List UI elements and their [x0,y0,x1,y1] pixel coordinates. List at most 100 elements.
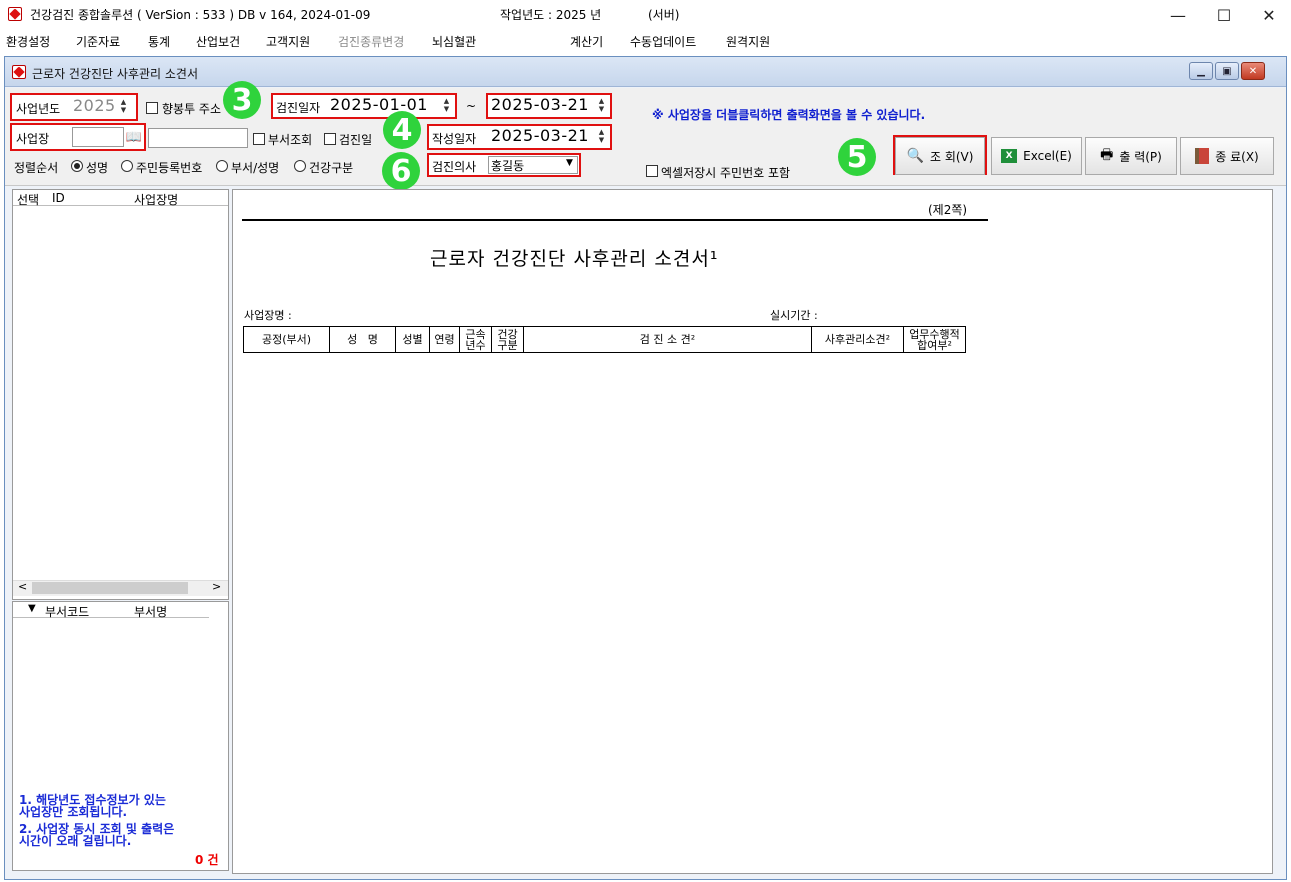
child-restore-icon[interactable]: ▣ [1215,62,1239,80]
server-label: (서버) [648,8,680,22]
exam-date-to-input[interactable]: 2025-03-21 [491,95,589,114]
report-table-header-row: 공정(부서) 성 명 성별 연령 근속 년수 건강 구분 검 진 소 견² 사후… [243,326,966,353]
exam-date-to-spinner[interactable]: ▲ ▼ [595,97,608,113]
date-range-tilde: ~ [466,99,477,113]
print-button[interactable]: 🖶 출 력(P) [1085,137,1177,175]
scroll-left-icon[interactable]: < [18,580,27,593]
child-minimize-icon[interactable]: ▁ [1189,62,1213,80]
dept-sort-icon[interactable]: ▼ [28,603,36,614]
menu-manual-update[interactable]: 수동업데이트 [630,33,696,50]
dept-col-code[interactable]: 부서코드 [45,603,89,620]
excel-ssn-label: 엑셀저장시 주민번호 포함 [661,166,791,180]
sort-option-health: 건강구분 [309,161,354,175]
menu-calculator[interactable]: 계산기 [570,33,603,50]
report-table: 공정(부서) 성 명 성별 연령 근속 년수 건강 구분 검 진 소 견² 사후… [243,326,966,353]
site-col-name[interactable]: 사업장명 [134,191,178,208]
report-preview[interactable] [232,189,1273,874]
hangbong-checkbox[interactable] [146,102,158,114]
write-date-input[interactable]: 2025-03-21 [491,126,589,145]
th-health-class: 건강 구분 [491,326,524,353]
doctor-select[interactable]: 홍길동 [488,156,578,174]
child-heart-icon [12,65,26,79]
menu-remote-support[interactable]: 원격지원 [726,33,770,50]
exam-date-from-input[interactable]: 2025-01-01 [330,95,428,114]
site-list[interactable] [12,189,229,600]
report-table-wrap: 공정(부서) 성 명 성별 연령 근속 년수 건강 구분 검 진 소 견² 사후… [243,326,966,353]
write-date-label: 작성일자 [432,132,477,146]
th-name: 성 명 [329,326,396,353]
site-col-select[interactable]: 선택 [17,191,39,208]
book-lookup-icon[interactable]: 📖 [125,128,143,146]
site-list-header [13,190,228,206]
search-button[interactable]: 🔍 조 회(V) [895,137,985,175]
result-count: 0 건 [195,853,219,867]
doctor-label: 검진의사 [432,160,477,174]
exam-date-checkbox[interactable] [324,133,336,145]
sort-radio-health[interactable] [294,160,306,172]
sort-radio-dept[interactable] [216,160,228,172]
write-date-spinner[interactable]: ▲ ▼ [595,128,608,144]
print-button-label: 출 력(P) [1119,149,1162,164]
exam-date-check-label: 검진일 [339,133,373,147]
th-exam-findings: 검 진 소 견² [523,326,812,353]
menu-exam-type-change[interactable]: 검진종류변경 [338,33,404,50]
report-period-label: 실시기간 : [770,309,818,322]
printer-icon: 🖶 [1100,147,1114,163]
doctor-dropdown-icon[interactable]: ▼ [566,158,573,168]
year-spinner[interactable]: ▲ ▼ [117,98,130,114]
scroll-thumb[interactable] [32,582,188,594]
sort-option-name: 성명 [86,161,109,175]
menu-stats[interactable]: 통계 [148,33,170,50]
dept-col-name[interactable]: 부서명 [134,603,167,620]
exam-date-label: 검진일자 [276,101,321,115]
menu-settings[interactable]: 환경설정 [6,33,50,50]
child-window-title: 근로자 건강진단 사후관리 소견서 [32,67,199,81]
exit-button-label: 종 료(X) [1215,149,1259,164]
sort-radio-ssn[interactable] [121,160,133,172]
excel-icon: X [1001,149,1018,163]
callout-badge-6: 6 [382,152,420,190]
child-close-icon[interactable]: ✕ [1241,62,1265,80]
report-site-name-label: 사업장명 : [244,309,292,322]
exit-button[interactable]: 종 료(X) [1180,137,1274,175]
exit-door-icon [1195,148,1210,164]
site-code-input[interactable] [72,127,124,147]
magnifier-icon: 🔍 [906,148,924,164]
callout-badge-5: 5 [838,138,876,176]
dept-list-header [13,602,209,618]
report-title: 근로자 건강진단 사후관리 소견서¹ [430,248,719,270]
double-click-notice: ※ 사업장을 더블클릭하면 출력화면을 볼 수 있습니다. [652,108,926,122]
excel-button-label: Excel(E) [1023,149,1072,163]
close-icon[interactable]: ✕ [1247,0,1291,30]
menu-cerebrovascular[interactable]: 뇌심혈관 [432,33,476,50]
app-heart-icon [8,7,22,21]
dept-query-label: 부서조회 [268,133,313,147]
excel-ssn-checkbox[interactable] [646,165,658,177]
doctor-value: 홍길동 [491,159,525,173]
report-top-rule [242,219,988,221]
maximize-icon[interactable]: ☐ [1202,0,1246,30]
minimize-icon[interactable]: — [1156,0,1200,30]
excel-button[interactable]: X Excel(E) [991,137,1082,175]
callout-badge-3: 3 [223,81,261,119]
exam-date-from-spinner[interactable]: ▲ ▼ [440,97,453,113]
app-title: 건강검진 종합솔루션 ( VerSion : 533 ) DB v 164, 2… [30,8,371,22]
menu-industrial-health[interactable]: 산업보건 [196,33,240,50]
th-process: 공정(부서) [243,326,330,353]
note-2-line-2: 시간이 오래 걸립니다. [19,834,132,848]
th-work-fitness: 업무수행적 합여부² [903,326,966,353]
hangbong-label: 향봉투 주소 [162,102,222,116]
dept-query-checkbox[interactable] [253,133,265,145]
menu-customer-support[interactable]: 고객지원 [266,33,310,50]
site-col-id[interactable]: ID [52,191,65,205]
sort-option-dept: 부서/성명 [231,161,280,175]
sort-radio-name[interactable] [71,160,83,172]
site-name-input[interactable] [148,128,248,148]
menu-base-data[interactable]: 기준자료 [76,33,120,50]
th-sex: 성별 [395,326,430,353]
scroll-right-icon[interactable]: > [212,580,221,593]
year-input[interactable]: 2025 [73,96,116,115]
report-page-number: (제2쪽) [928,203,968,217]
year-label: 사업년도 [16,102,61,116]
callout-badge-4: 4 [383,111,421,149]
